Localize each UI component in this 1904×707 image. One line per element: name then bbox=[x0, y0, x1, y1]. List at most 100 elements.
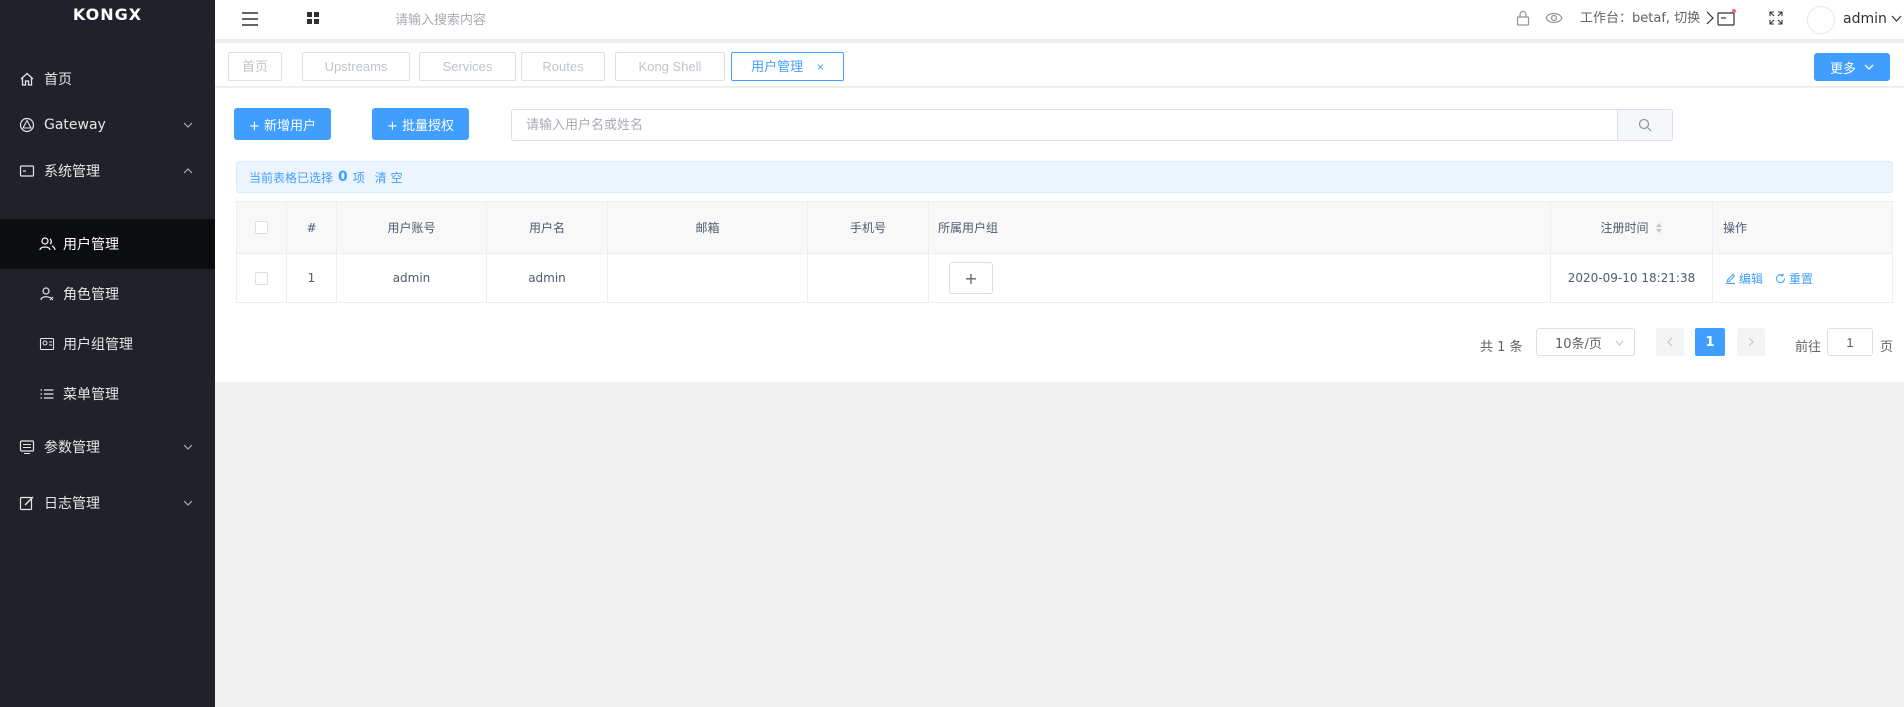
lock-icon[interactable] bbox=[1515, 10, 1531, 26]
sidebar-item-user-group-management[interactable]: 用户组管理 bbox=[0, 319, 215, 369]
fullscreen-icon[interactable] bbox=[1768, 10, 1784, 26]
tab-label: Routes bbox=[542, 59, 584, 74]
sidebar-item-label: 系统管理 bbox=[44, 164, 100, 180]
page-number-current[interactable]: 1 bbox=[1695, 328, 1725, 356]
page-size-select[interactable]: 10条/页 bbox=[1536, 328, 1635, 356]
chevron-up-icon bbox=[183, 168, 193, 174]
add-user-button[interactable]: + 新增用户 bbox=[234, 108, 331, 140]
eye-icon[interactable] bbox=[1545, 10, 1563, 26]
tabs-bar: 首页 Upstreams Services Routes Kong Shell … bbox=[215, 43, 1904, 87]
sidebar-item-label: 日志管理 bbox=[44, 496, 100, 512]
apps-grid-icon[interactable] bbox=[305, 10, 321, 26]
select-all-checkbox[interactable] bbox=[255, 221, 268, 234]
users-icon bbox=[38, 235, 56, 253]
cell-email bbox=[608, 254, 808, 302]
message-icon[interactable] bbox=[1717, 9, 1737, 27]
column-header: 操作 bbox=[1723, 221, 1748, 235]
column-header: 手机号 bbox=[808, 202, 929, 253]
global-search-input[interactable] bbox=[395, 9, 695, 31]
cell-username: admin bbox=[487, 254, 608, 302]
params-icon bbox=[18, 438, 36, 456]
menu-list-icon bbox=[38, 385, 56, 403]
selection-count: 0 bbox=[338, 169, 348, 185]
tab-user-management[interactable]: 用户管理 × bbox=[731, 52, 844, 81]
chevron-left-icon bbox=[1667, 337, 1673, 347]
top-header: 工作台：betaf, 切换 admin bbox=[215, 0, 1904, 40]
sidebar-item-user-management[interactable]: 用户管理 bbox=[0, 219, 215, 269]
sort-icon[interactable] bbox=[1655, 222, 1663, 234]
selection-prefix: 当前表格已选择 bbox=[249, 170, 334, 185]
tab-routes[interactable]: Routes bbox=[521, 52, 605, 81]
column-header: 用户账号 bbox=[337, 202, 487, 253]
tab-kong-shell[interactable]: Kong Shell bbox=[615, 52, 725, 81]
tab-home[interactable]: 首页 bbox=[228, 52, 282, 81]
chevron-down-icon bbox=[1864, 64, 1874, 70]
reset-label: 重置 bbox=[1789, 271, 1814, 286]
next-page-button[interactable] bbox=[1737, 328, 1765, 356]
row-checkbox[interactable] bbox=[255, 271, 268, 285]
goto-page-input[interactable] bbox=[1827, 328, 1873, 356]
column-header: 用户名 bbox=[487, 202, 608, 253]
search-icon bbox=[1638, 118, 1652, 132]
batch-authorize-button[interactable]: + 批量授权 bbox=[372, 108, 469, 140]
tab-upstreams[interactable]: Upstreams bbox=[302, 52, 410, 81]
column-header-sortable[interactable]: 注册时间 bbox=[1551, 202, 1713, 253]
add-group-button[interactable]: + bbox=[949, 262, 993, 294]
column-header: 所属用户组 bbox=[929, 202, 1551, 253]
role-icon bbox=[38, 285, 56, 303]
hamburger-menu-icon[interactable] bbox=[241, 10, 259, 28]
user-search-input[interactable] bbox=[511, 109, 1618, 141]
home-icon bbox=[18, 70, 36, 88]
select-all-cell bbox=[237, 202, 287, 253]
tab-label: Services bbox=[442, 59, 493, 74]
cell-group: + bbox=[929, 254, 1551, 302]
sidebar-item-label: 用户组管理 bbox=[63, 337, 133, 353]
reset-button[interactable]: 重置 bbox=[1775, 270, 1813, 287]
edit-button[interactable]: 编辑 bbox=[1725, 270, 1763, 287]
more-button[interactable]: 更多 bbox=[1814, 53, 1890, 81]
clear-selection-link[interactable]: 清 空 bbox=[375, 169, 403, 186]
user-name[interactable]: admin bbox=[1843, 0, 1887, 38]
close-tab-icon[interactable]: × bbox=[817, 54, 824, 81]
chevron-right-icon bbox=[1748, 337, 1754, 347]
sidebar-item-logs[interactable]: 日志管理 bbox=[0, 475, 215, 531]
sidebar-item-params[interactable]: 参数管理 bbox=[0, 419, 215, 475]
refresh-icon bbox=[1776, 273, 1786, 283]
sidebar-item-menu-management[interactable]: 菜单管理 bbox=[0, 369, 215, 419]
sidebar-item-label: 参数管理 bbox=[44, 440, 100, 456]
system-icon bbox=[18, 162, 36, 180]
selection-suffix: 项 bbox=[352, 170, 365, 185]
user-name-label: admin bbox=[1843, 11, 1887, 27]
tab-label: Kong Shell bbox=[638, 59, 702, 74]
workspace-switcher[interactable]: 工作台：betaf, 切换 bbox=[1580, 0, 1700, 40]
sidebar-item-role-management[interactable]: 角色管理 bbox=[0, 269, 215, 319]
tab-label: 用户管理 bbox=[751, 59, 804, 74]
table-header: # 用户账号 用户名 邮箱 手机号 所属用户组 注册时间 操作 bbox=[237, 202, 1892, 253]
prev-page-button[interactable] bbox=[1656, 328, 1684, 356]
log-icon bbox=[18, 494, 36, 512]
app-logo: KONGX bbox=[72, 5, 143, 24]
chevron-down-icon bbox=[183, 500, 193, 506]
chevron-down-icon[interactable] bbox=[1890, 13, 1902, 25]
tab-services[interactable]: Services bbox=[419, 52, 516, 81]
workspace-label: 工作台：betaf, 切换 bbox=[1580, 11, 1701, 26]
sidebar-item-label: Gateway bbox=[44, 117, 106, 133]
sidebar-item-system[interactable]: 系统管理 bbox=[0, 143, 215, 199]
goto-label: 前往 bbox=[1795, 340, 1822, 355]
main-content: + 新增用户 + 批量授权 当前表格已选择 0 项 清 空 # 用户账号 用户名… bbox=[215, 88, 1904, 382]
column-header: 邮箱 bbox=[608, 202, 808, 253]
goto-suffix: 页 bbox=[1880, 340, 1894, 355]
chevron-down-icon bbox=[183, 122, 193, 128]
cell-index: 1 bbox=[287, 254, 337, 302]
chevron-right-icon[interactable] bbox=[1705, 11, 1715, 25]
sidebar-item-label: 首页 bbox=[44, 72, 72, 88]
cell-account: admin bbox=[337, 254, 487, 302]
selection-alert: 当前表格已选择 0 项 清 空 bbox=[236, 161, 1893, 193]
avatar[interactable] bbox=[1807, 6, 1835, 34]
cell-actions: 编辑 重置 bbox=[1713, 254, 1892, 302]
sidebar-item-label: 用户管理 bbox=[63, 237, 119, 253]
cell-created: 2020-09-10 18:21:38 bbox=[1551, 254, 1713, 302]
gateway-icon bbox=[18, 116, 36, 134]
search-button[interactable] bbox=[1617, 109, 1673, 141]
column-header-label: 注册时间 bbox=[1600, 221, 1649, 235]
